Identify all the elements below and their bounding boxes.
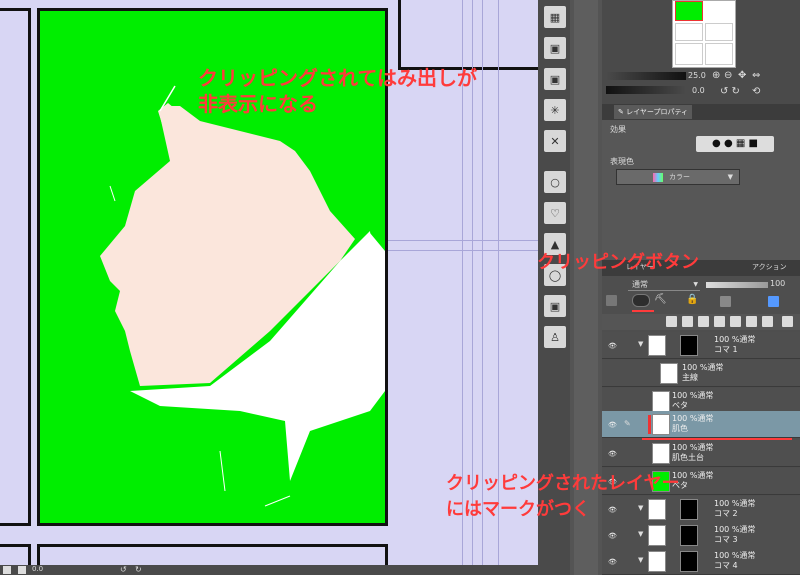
layer-thumbnail xyxy=(652,414,670,435)
navigator-preview[interactable] xyxy=(672,0,736,68)
expression-color-label: 表現色 xyxy=(610,157,634,166)
layer-row[interactable]: 👁 ▼ 100 %通常 コマ 1 xyxy=(602,332,800,359)
expression-color-select[interactable]: カラー ▼ xyxy=(616,169,740,185)
clipping-button[interactable] xyxy=(632,294,650,307)
new-raster-layer-icon[interactable] xyxy=(666,316,677,327)
layer-mask-thumbnail xyxy=(680,525,698,546)
eye-icon[interactable]: 👁 xyxy=(608,558,617,566)
flip-icon[interactable]: ⇔ xyxy=(752,70,760,81)
navigator-controls: 25.0 0.0 ⊕ ⊖ ✥ ⇔ ↺ ↻ ⟲ xyxy=(602,70,800,104)
status-zoom: 0.0 xyxy=(32,565,44,573)
layer-row[interactable]: 👁 ▼ 100 %通常 コマ 3 xyxy=(602,522,800,549)
layer-mask-thumbnail xyxy=(680,335,698,356)
effect-label: 効果 xyxy=(610,125,626,134)
move-down-icon[interactable] xyxy=(730,316,741,327)
status-bar: 0.0 ↺ ↻ xyxy=(0,565,538,575)
clipping-underline xyxy=(632,310,654,312)
lock-icon[interactable]: 🔒 xyxy=(686,294,698,305)
guide-line xyxy=(385,250,538,251)
rotate-slider[interactable] xyxy=(606,86,686,94)
layer-thumbnail xyxy=(648,551,666,572)
layer-toolbar xyxy=(602,314,800,330)
eye-icon[interactable]: 👁 xyxy=(608,532,617,540)
property-tab-bar: ✎ レイヤープロパティ xyxy=(602,104,800,120)
apply-mask-icon[interactable] xyxy=(762,316,773,327)
layer-mask-thumbnail xyxy=(680,499,698,520)
fit-icon[interactable]: ✥ xyxy=(738,70,746,81)
eye-icon[interactable]: 👁 xyxy=(608,450,617,458)
clipping-mark-icon xyxy=(648,415,651,434)
left-frame-bottom xyxy=(0,544,31,565)
color-swatch-icon xyxy=(653,173,663,182)
annotation-clipping-button: クリッピングボタン xyxy=(537,252,699,273)
layer-mask-icon[interactable] xyxy=(720,296,731,307)
layer-thumbnail xyxy=(652,443,670,464)
material-image-icon[interactable]: ▣ xyxy=(544,295,566,317)
blend-mode-select[interactable]: 通常 ▼ xyxy=(628,279,700,291)
rotate-icon[interactable]: ↺ ↻ xyxy=(720,86,740,97)
layer-color-icon[interactable] xyxy=(606,295,617,306)
annotation-clipping-mark: クリッピングされたレイヤー にはマークがつく xyxy=(446,473,680,520)
reset-icon[interactable]: ⟲ xyxy=(752,86,760,97)
effect-buttons[interactable]: ● ● ▦ ■ xyxy=(696,136,774,152)
layer-controls: 通常 ▼ 100 ⛏ 🔒 xyxy=(602,276,800,330)
zoom-in-icon[interactable]: ⊕ xyxy=(712,70,720,81)
opacity-value: 100 xyxy=(770,279,786,288)
palette-color-icon[interactable] xyxy=(768,296,779,307)
delete-layer-icon[interactable] xyxy=(782,316,793,327)
layer-thumbnail xyxy=(648,335,666,356)
tab-action[interactable]: アクション xyxy=(752,262,787,272)
material-cross-icon[interactable]: ✕ xyxy=(544,130,566,152)
material-grid-icon[interactable]: ▦ xyxy=(544,6,566,28)
layer-row[interactable]: 👁 100 %通常 肌色土台 xyxy=(602,440,800,467)
chevron-down-icon[interactable]: ▼ xyxy=(638,340,643,348)
mask-icon[interactable] xyxy=(746,316,757,327)
pen-icon: ✎ xyxy=(624,419,631,428)
layer-thumbnail xyxy=(648,525,666,546)
layer-row[interactable]: 👁 ▼ 100 %通常 コマ 4 xyxy=(602,548,800,575)
new-vector-layer-icon[interactable] xyxy=(682,316,693,327)
zoom-value: 25.0 xyxy=(688,71,706,80)
rotate-left-icon[interactable]: ↺ xyxy=(120,565,127,574)
tab-layer-property[interactable]: ✎ レイヤープロパティ xyxy=(614,105,693,119)
material-image-icon[interactable]: ▣ xyxy=(544,37,566,59)
annotation-overflow-hidden: クリッピングされてはみ出しが 非表示になる xyxy=(198,66,477,116)
bottom-frame xyxy=(37,544,388,565)
chevron-down-icon: ▼ xyxy=(693,281,698,288)
layer-list: 👁 ▼ 100 %通常 コマ 1 100 %通常 主線 100 %通常 ベタ 👁 ✎ … xyxy=(602,330,800,575)
material-heart-icon[interactable]: ♡ xyxy=(544,202,566,224)
material-figure-icon[interactable]: ♙ xyxy=(544,326,566,348)
rotate-value: 0.0 xyxy=(692,86,705,95)
material-burst-icon[interactable]: ✳ xyxy=(544,99,566,121)
layer-thumbnail xyxy=(652,391,670,412)
rotate-right-icon[interactable]: ↻ xyxy=(135,565,142,574)
left-frame-top xyxy=(0,8,31,526)
eye-icon[interactable]: 👁 xyxy=(608,421,617,429)
merge-down-icon[interactable] xyxy=(714,316,725,327)
layer-mask-thumbnail xyxy=(680,551,698,572)
status-square-icon[interactable] xyxy=(18,566,26,574)
chevron-down-icon[interactable]: ▼ xyxy=(638,530,643,538)
layer-thumbnail xyxy=(660,363,678,384)
chevron-down-icon: ▼ xyxy=(727,173,733,181)
property-panel: 効果 ● ● ▦ ■ 表現色 カラー ▼ xyxy=(602,120,800,260)
chevron-down-icon[interactable]: ▼ xyxy=(638,556,643,564)
zoom-out-icon[interactable]: ⊖ xyxy=(724,70,732,81)
reference-layer-icon[interactable]: ⛏ xyxy=(654,294,667,305)
guide-line xyxy=(385,240,538,241)
material-image-icon[interactable]: ▣ xyxy=(544,68,566,90)
navigator-panel xyxy=(602,0,800,70)
layer-row-selected[interactable]: 👁 ✎ 100 %通常 肌色 xyxy=(602,411,800,438)
status-square-icon[interactable] xyxy=(3,566,11,574)
material-balloon-icon[interactable]: ○ xyxy=(544,171,566,193)
layer-row[interactable]: 100 %通常 主線 xyxy=(602,360,800,387)
zoom-slider[interactable] xyxy=(606,72,686,80)
new-folder-icon[interactable] xyxy=(698,316,709,327)
eye-icon[interactable]: 👁 xyxy=(608,342,617,350)
right-frame xyxy=(398,0,538,70)
opacity-slider[interactable] xyxy=(706,282,768,288)
